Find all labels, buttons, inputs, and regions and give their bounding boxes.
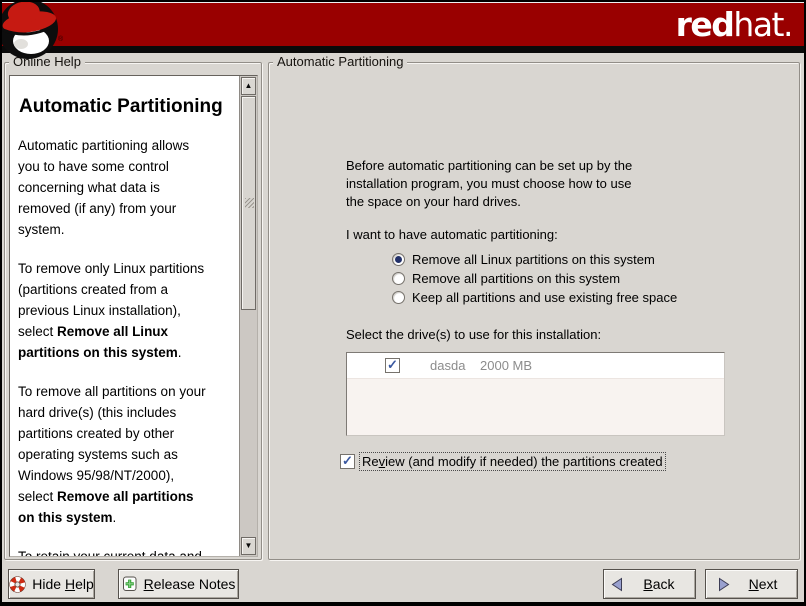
review-checkbox-label[interactable]: Review (and modify if needed) the partit… [360,453,665,470]
radio-button-icon[interactable] [392,272,405,285]
scroll-up-icon: ▲ [245,82,253,90]
help-paragraph: Automatic partitioning allows you to hav… [18,135,235,240]
radio-remove-all-partitions[interactable]: Remove all partitions on this system [392,269,677,288]
help-scrollbar[interactable]: ▲ ▼ [239,76,257,556]
drive-row-dasda[interactable]: ✓ dasda 2000 MB [347,353,724,379]
back-button[interactable]: Back [603,569,696,599]
radio-remove-linux-partitions[interactable]: Remove all Linux partitions on this syst… [392,250,677,269]
brand-hat: hat [733,5,783,44]
radio-keep-all-partitions[interactable]: Keep all partitions and use existing fre… [392,288,677,307]
check-icon: ✓ [387,357,398,372]
lifebuoy-icon [9,576,26,593]
drive-size: 2000 MB [480,353,532,378]
document-plus-icon [122,576,138,592]
help-paragraph-clipped: To retain your current data and [18,546,235,556]
help-content: Automatic Partitioning Automatic partiti… [10,76,239,556]
scroll-down-button[interactable]: ▼ [241,537,256,555]
release-notes-button[interactable]: Release Notes [118,569,239,599]
automatic-partitioning-frame: Automatic Partitioning Before automatic … [268,62,800,560]
arrow-left-icon [610,577,625,592]
back-label: Back [643,576,674,592]
next-label: Next [749,576,778,592]
automatic-partitioning-frame-label: Automatic Partitioning [273,54,407,69]
release-notes-label: Release Notes [144,576,236,592]
drive-checkbox[interactable]: ✓ [385,358,400,373]
partitioning-radio-group: Remove all Linux partitions on this syst… [392,250,677,307]
drive-list[interactable]: ✓ dasda 2000 MB [346,352,725,436]
radio-label: Remove all Linux partitions on this syst… [412,252,655,267]
drive-name: dasda [430,353,465,378]
hide-help-label: Hide Help [32,576,94,592]
radio-label: Keep all partitions and use existing fre… [412,290,677,305]
radio-label: Remove all partitions on this system [412,271,620,286]
registered-mark: ® [58,36,63,43]
arrow-right-icon [716,577,731,592]
help-paragraph: To remove all partitions on your hard dr… [18,381,235,528]
scroll-up-button[interactable]: ▲ [241,77,256,95]
help-title: Automatic Partitioning [19,96,235,117]
brand-dot: . [783,5,792,44]
redhat-wordmark: redhat. [676,5,792,44]
help-viewport: Automatic Partitioning Automatic partiti… [9,75,258,557]
radio-button-selected-icon[interactable] [392,253,405,266]
redhat-shadowman-logo-icon [0,0,63,62]
installer-window: ® redhat. Online Help Automatic Partitio… [0,0,806,606]
review-checkbox[interactable]: ✓ [340,454,355,469]
hide-help-button[interactable]: Hide Help [8,569,95,599]
review-partitions-checkbox-row[interactable]: ✓ Review (and modify if needed) the part… [340,453,665,470]
drive-select-prompt: Select the drive(s) to use for this inst… [346,326,601,344]
scroll-down-icon: ▼ [245,542,253,550]
radio-button-icon[interactable] [392,291,405,304]
radio-group-prompt: I want to have automatic partitioning: [346,226,558,244]
check-icon: ✓ [342,453,353,468]
intro-text: Before automatic partitioning can be set… [346,157,632,211]
scrollbar-thumb[interactable] [241,96,256,310]
online-help-frame: Online Help Automatic Partitioning Autom… [4,62,262,560]
next-button[interactable]: Next [705,569,798,599]
help-paragraph: To remove only Linux partitions (partiti… [18,258,235,363]
brand-red: red [676,5,734,44]
